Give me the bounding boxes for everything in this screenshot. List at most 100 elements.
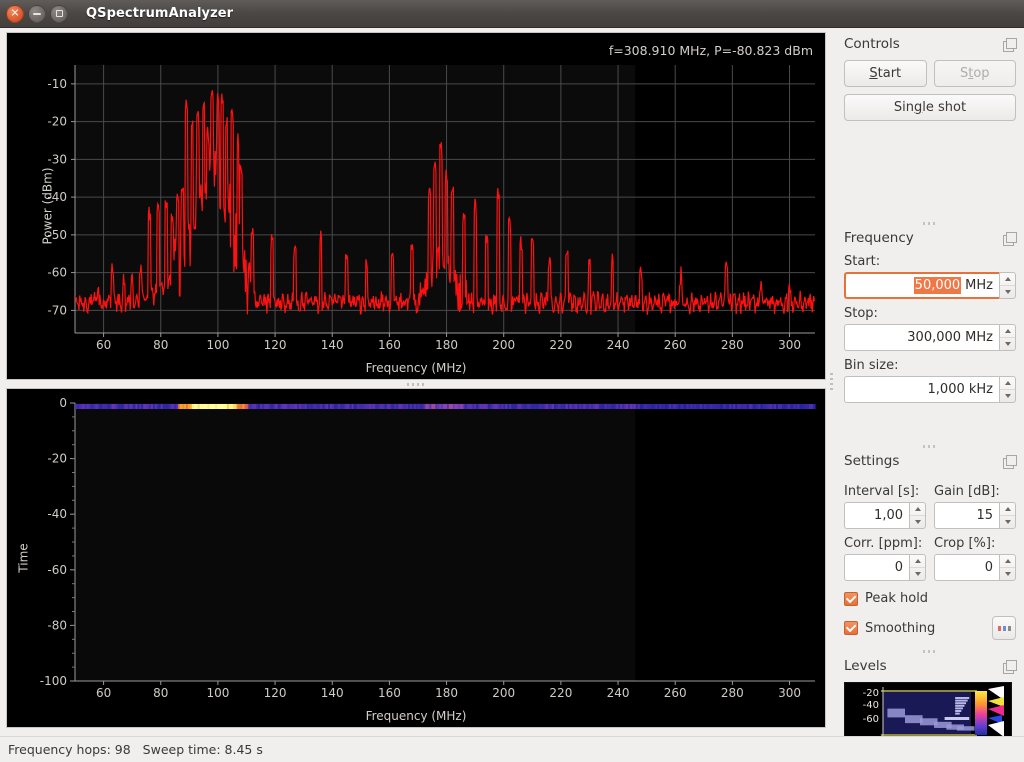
dock-separator-levels[interactable]: [844, 646, 1016, 656]
freq-stop-label: Stop:: [844, 306, 878, 321]
cursor-readout: f=308.910 MHz, P=-80.823 dBm: [608, 43, 813, 58]
stepper-down[interactable]: [910, 568, 925, 580]
interval-spinbox[interactable]: 1,00: [844, 502, 926, 529]
window-maximize-button[interactable]: [50, 4, 68, 23]
svg-text:60: 60: [96, 338, 111, 352]
stepper-up[interactable]: [910, 555, 925, 568]
peak-hold-row[interactable]: Peak hold: [844, 591, 1016, 606]
interval-group: Interval [s]: 1,00: [844, 477, 926, 529]
settings-dock-title: Settings: [844, 453, 900, 469]
smoothing-row[interactable]: Smoothing: [844, 616, 1016, 640]
float-dock-icon[interactable]: [1003, 231, 1017, 246]
window-title: QSpectrumAnalyzer: [86, 6, 234, 21]
gain-group: Gain [dB]: 15: [934, 477, 1016, 529]
crop-input[interactable]: 0: [934, 554, 999, 581]
freq-start-stepper[interactable]: [999, 272, 1016, 299]
stepper-down[interactable]: [1000, 286, 1015, 298]
float-dock-icon[interactable]: [1003, 454, 1017, 469]
svg-text:300: 300: [778, 338, 801, 352]
main-splitter-vertical[interactable]: [826, 32, 836, 732]
corr-stepper[interactable]: [909, 554, 926, 581]
controls-button-row: Start Stop: [844, 60, 1016, 87]
control-panel: Controls Start Stop Single shot Frequenc…: [836, 28, 1024, 762]
smoothing-label: Smoothing: [865, 620, 936, 636]
svg-text:80: 80: [153, 338, 168, 352]
svg-text:-20: -20: [863, 688, 879, 699]
gain-spinbox[interactable]: 15: [934, 502, 1016, 529]
freq-stop-spinbox[interactable]: 300,000 MHz: [844, 324, 1016, 351]
freq-stop-input[interactable]: 300,000 MHz: [844, 324, 999, 351]
stepper-down[interactable]: [1000, 338, 1015, 350]
svg-text:80: 80: [153, 686, 168, 700]
bin-size-spinbox[interactable]: 1,000 kHz: [844, 376, 1016, 403]
window-minimize-button[interactable]: [28, 4, 46, 23]
chevron-up-icon: [914, 507, 921, 511]
float-dock-icon[interactable]: [1003, 659, 1017, 674]
chevron-up-icon: [1004, 507, 1011, 511]
svg-text:180: 180: [435, 686, 458, 700]
chevron-up-icon: [1004, 277, 1011, 281]
stepper-up[interactable]: [1000, 503, 1015, 516]
chevron-down-icon: [1004, 520, 1011, 524]
chevron-up-icon: [914, 559, 921, 563]
stepper-down[interactable]: [1000, 568, 1015, 580]
interval-gain-row: Interval [s]: 1,00 Gain [dB]: 15: [844, 477, 1016, 529]
controls-spacer: [844, 128, 1016, 212]
freq-start-spinbox[interactable]: 50,000 MHz: [844, 272, 1016, 299]
svg-text:240: 240: [607, 686, 630, 700]
stepper-down[interactable]: [1000, 390, 1015, 402]
controls-dock-header: Controls: [844, 34, 1017, 52]
stepper-down[interactable]: [1000, 516, 1015, 528]
freq-start-value: 50,000: [913, 277, 962, 294]
spectrum-plot[interactable]: f=308.910 MHz, P=-80.823 dBm -10 -20 -30 -4…: [6, 32, 826, 380]
frequency-hops-status: Frequency hops: 98: [8, 742, 131, 757]
interval-stepper[interactable]: [909, 502, 926, 529]
svg-text:-10: -10: [47, 77, 67, 91]
float-dock-icon[interactable]: [1003, 37, 1017, 52]
window-close-button[interactable]: ✕: [6, 4, 24, 23]
waterfall-plot[interactable]: 0 -20 -40 -60 -80 -100 60 80 100 120 140 160 180 200 2…: [6, 388, 826, 728]
corr-input[interactable]: 0: [844, 554, 909, 581]
stop-button[interactable]: Stop: [933, 60, 1016, 87]
corr-label: Corr. [ppm]:: [844, 536, 923, 551]
stepper-down[interactable]: [910, 516, 925, 528]
freq-start-input[interactable]: 50,000 MHz: [844, 272, 999, 299]
gain-input[interactable]: 15: [934, 502, 999, 529]
svg-text:240: 240: [607, 338, 630, 352]
svg-text:200: 200: [492, 338, 515, 352]
single-shot-button[interactable]: Single shot: [844, 94, 1016, 121]
bin-size-stepper[interactable]: [999, 376, 1016, 403]
corr-spinbox[interactable]: 0: [844, 554, 926, 581]
plot-splitter-horizontal[interactable]: [6, 380, 826, 388]
stepper-up[interactable]: [1000, 273, 1015, 286]
peak-hold-checkbox[interactable]: [844, 591, 858, 606]
close-icon: ✕: [10, 6, 20, 20]
svg-text:-20: -20: [47, 115, 67, 129]
gain-label: Gain [dB]:: [934, 484, 1000, 499]
svg-text:-100: -100: [40, 674, 67, 688]
chevron-down-icon: [1004, 342, 1011, 346]
dock-separator-settings[interactable]: [844, 441, 1016, 451]
svg-text:-70: -70: [47, 303, 67, 317]
smoothing-checkbox[interactable]: [844, 621, 858, 635]
svg-text:260: 260: [664, 686, 687, 700]
svg-text:-60: -60: [47, 563, 67, 577]
frequency-dock-header: Frequency: [844, 228, 1017, 246]
svg-text:180: 180: [435, 338, 458, 352]
gain-stepper[interactable]: [999, 502, 1016, 529]
freq-stop-stepper[interactable]: [999, 324, 1016, 351]
svg-text:60: 60: [96, 686, 111, 700]
stepper-up[interactable]: [1000, 325, 1015, 338]
stepper-up[interactable]: [1000, 377, 1015, 390]
stepper-up[interactable]: [1000, 555, 1015, 568]
spectrum-canvas: -10-20-30-40-50-60-7060 80 100 120 140 160 180…: [47, 65, 815, 352]
dock-separator-frequency[interactable]: [844, 218, 1016, 228]
stepper-up[interactable]: [910, 503, 925, 516]
interval-input[interactable]: 1,00: [844, 502, 909, 529]
start-button[interactable]: Start: [844, 60, 927, 87]
crop-stepper[interactable]: [999, 554, 1016, 581]
smoothing-options-button[interactable]: [992, 616, 1016, 640]
bin-size-input[interactable]: 1,000 kHz: [844, 376, 999, 403]
svg-text:140: 140: [321, 338, 344, 352]
crop-spinbox[interactable]: 0: [934, 554, 1016, 581]
